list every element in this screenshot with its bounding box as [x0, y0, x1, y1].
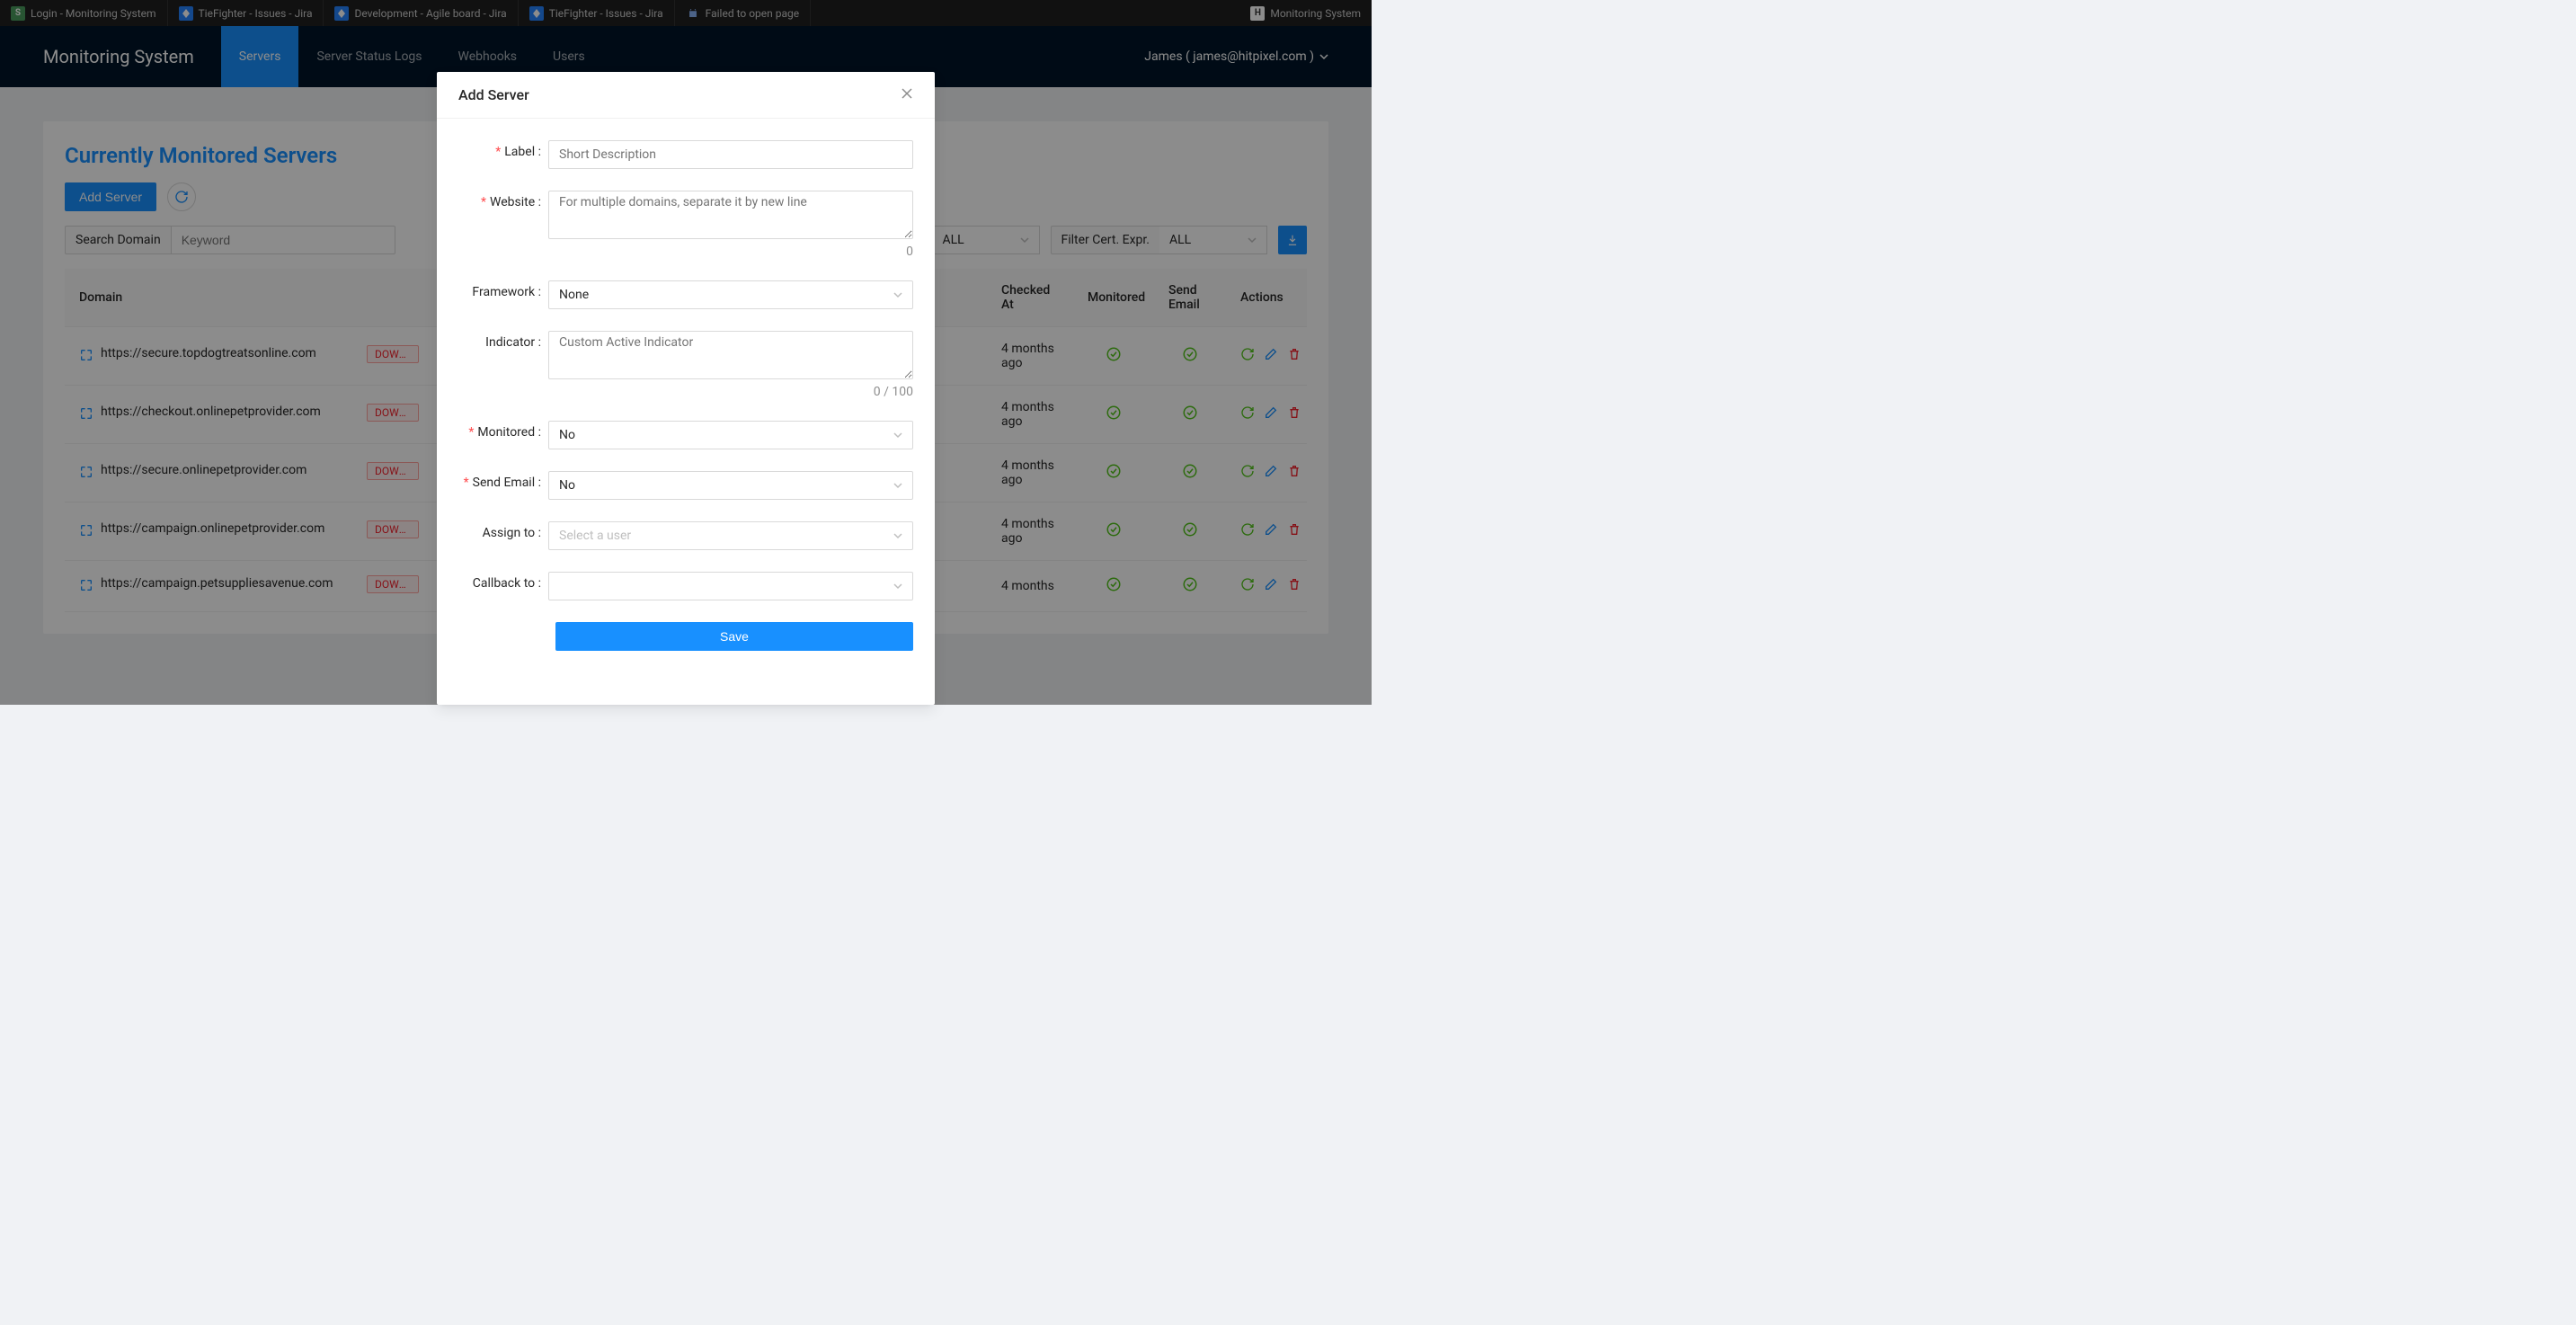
framework-select[interactable]: None — [548, 280, 913, 309]
label-label: *Label : — [458, 140, 548, 169]
framework-value: None — [559, 288, 589, 302]
monitored-select[interactable]: No — [548, 421, 913, 449]
framework-label: Framework : — [458, 280, 548, 309]
assign-to-select[interactable]: Select a user — [548, 521, 913, 550]
indicator-input[interactable] — [548, 331, 913, 379]
chevron-down-icon — [893, 582, 902, 591]
chevron-down-icon — [893, 431, 902, 440]
close-button[interactable] — [901, 86, 913, 103]
add-server-modal: Add Server *Label : *Website : 0 Framewo… — [437, 72, 935, 705]
assign-to-placeholder: Select a user — [559, 529, 631, 543]
callback-to-label: Callback to : — [458, 572, 548, 600]
indicator-label: Indicator : — [458, 331, 548, 399]
chevron-down-icon — [893, 290, 902, 299]
send-email-label: *Send Email : — [458, 471, 548, 500]
send-email-value: No — [559, 478, 575, 493]
callback-to-select[interactable] — [548, 572, 913, 600]
website-label: *Website : — [458, 191, 548, 259]
indicator-counter: 0 / 100 — [548, 385, 913, 399]
modal-title: Add Server — [458, 86, 529, 103]
save-button[interactable]: Save — [555, 622, 913, 651]
label-input[interactable] — [548, 140, 913, 169]
chevron-down-icon — [893, 531, 902, 540]
chevron-down-icon — [893, 481, 902, 490]
website-input[interactable] — [548, 191, 913, 239]
website-counter: 0 — [548, 245, 913, 259]
monitored-label: *Monitored : — [458, 421, 548, 449]
close-icon — [901, 87, 913, 100]
monitored-value: No — [559, 428, 575, 442]
send-email-select[interactable]: No — [548, 471, 913, 500]
assign-to-label: Assign to : — [458, 521, 548, 550]
